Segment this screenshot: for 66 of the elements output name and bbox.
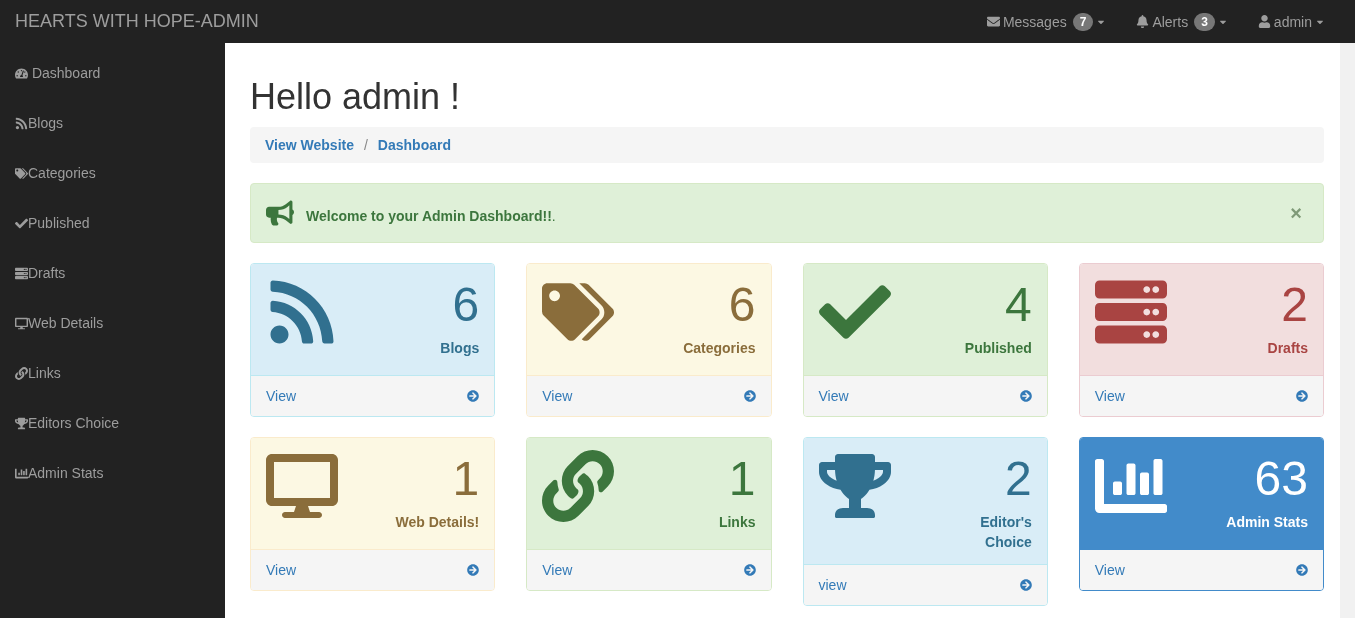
count-badge: 7 — [1072, 12, 1094, 31]
stat-count: 6 — [452, 277, 480, 333]
stat-count: 1 — [728, 451, 756, 507]
trophy-icon — [15, 416, 28, 430]
count-badge: 3 — [1194, 12, 1215, 31]
sidebar-item[interactable]: Categories — [0, 148, 225, 198]
link-icon — [542, 450, 615, 522]
arrow-icon — [1019, 578, 1032, 591]
envelope-icon — [986, 15, 1000, 28]
stat-label: Blogs — [440, 338, 480, 358]
megaphone-icon — [266, 199, 294, 227]
sidebar-item[interactable]: Dashboard — [0, 48, 225, 98]
arrow-icon — [467, 564, 480, 576]
arrow-icon — [467, 390, 480, 402]
nav-menu[interactable]: Messages 7 — [966, 12, 1117, 31]
arrow-icon — [743, 390, 756, 402]
stat-count: 2 — [1005, 451, 1032, 507]
view-link[interactable]: View — [1079, 549, 1323, 590]
monitor-icon — [15, 316, 28, 330]
stat-count: 2 — [1281, 277, 1308, 333]
stat-label: Drafts — [1267, 338, 1308, 358]
arrow-icon — [1296, 564, 1308, 576]
view-link[interactable]: View — [251, 549, 495, 590]
sidebar-item[interactable]: Editors Choice — [0, 398, 225, 448]
stat-label: Categories — [683, 338, 756, 358]
view-link[interactable]: View — [251, 375, 495, 416]
nav-menu[interactable]: admin — [1237, 13, 1335, 30]
stat-label: Published — [964, 338, 1032, 358]
bell-icon — [1136, 15, 1150, 28]
arrow-icon — [1296, 390, 1308, 402]
view-link[interactable]: View — [1079, 375, 1323, 416]
view-link[interactable]: View — [803, 375, 1047, 416]
brand-title[interactable]: HEARTS WITH HOPE-ADMIN — [15, 11, 259, 32]
stat-count: 63 — [1254, 451, 1308, 507]
stat-label: Web Details! — [395, 512, 480, 532]
stat-label: Admin Stats — [1226, 512, 1308, 532]
stat-count: 4 — [1005, 277, 1032, 333]
nav-menu[interactable]: Alerts 3 — [1116, 12, 1238, 31]
stat-count: 1 — [452, 451, 480, 507]
page-title: Hello admin ! — [250, 76, 462, 118]
rss-icon — [15, 116, 28, 130]
view-link[interactable]: View — [527, 375, 771, 416]
sidebar-item[interactable]: Links — [0, 348, 225, 398]
stat-count: 6 — [728, 277, 756, 333]
breadcrumb-link[interactable]: View Website — [265, 137, 354, 153]
stat-label: Links — [718, 512, 756, 532]
arrow-icon — [1019, 390, 1032, 402]
sidebar-item[interactable]: Drafts — [0, 248, 225, 298]
view-link[interactable]: View — [527, 549, 771, 590]
stacked-bars-icon — [15, 266, 28, 280]
sidebar-item[interactable]: Published — [0, 198, 225, 248]
link-icon — [15, 366, 28, 380]
check-icon — [15, 216, 28, 230]
tags-icon — [15, 166, 28, 180]
sidebar-item[interactable]: Admin Stats — [0, 448, 225, 498]
alert-message: Welcome to your Admin Dashboard!!. — [306, 207, 557, 224]
breadcrumb-link[interactable]: Dashboard — [377, 137, 451, 153]
sidebar-item[interactable]: Blogs — [0, 98, 225, 148]
stat-label: Editor's Choice — [979, 512, 1032, 552]
breadcrumb-separator: / — [362, 137, 369, 153]
arrow-icon — [743, 564, 756, 576]
gauge-icon — [15, 66, 28, 80]
user-icon — [1257, 15, 1271, 28]
view-link[interactable]: view — [803, 563, 1047, 605]
sidebar-item[interactable]: Web Details — [0, 298, 225, 348]
bar-chart-icon — [15, 466, 28, 480]
